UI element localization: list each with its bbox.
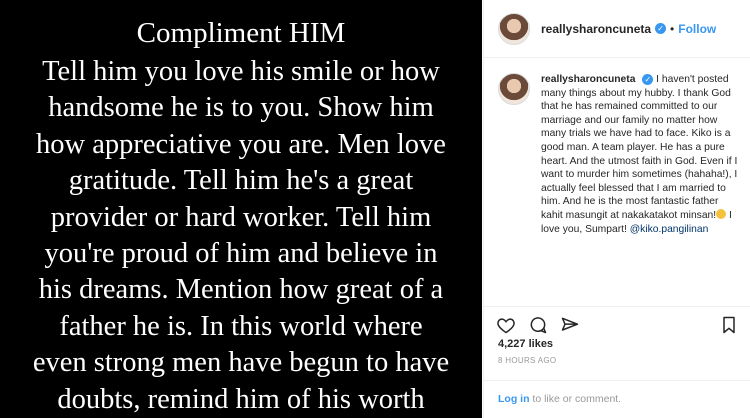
image-body-text: Tell him you love his smile or how hands…: [0, 54, 482, 418]
likes-count[interactable]: 4,227 likes: [498, 338, 553, 350]
header-username[interactable]: reallysharoncuneta: [541, 22, 651, 36]
login-prompt: Log in to like or comment.: [484, 380, 750, 418]
caption-body: I haven't posted many things about my hu…: [541, 74, 738, 221]
image-line: you're proud of him and believe in: [44, 238, 438, 270]
login-prompt-text: to like or comment.: [529, 393, 622, 405]
post-image: Compliment HIM Tell him you love his smi…: [0, 0, 482, 418]
post-header: reallysharoncuneta ✓ • Follow: [484, 0, 750, 58]
share-icon[interactable]: [560, 315, 580, 335]
login-link[interactable]: Log in: [498, 393, 530, 405]
caption-avatar[interactable]: [498, 73, 530, 105]
bookmark-icon[interactable]: [719, 315, 739, 335]
post-sidebar: reallysharoncuneta ✓ • Follow reallyshar…: [483, 0, 750, 418]
heart-icon[interactable]: [496, 315, 516, 335]
image-line: handsome he is to you. Show him: [48, 92, 434, 124]
verified-badge-icon: ✓: [655, 23, 667, 34]
image-line: father he is. In this world where: [59, 310, 423, 342]
caption-username[interactable]: reallysharoncuneta: [541, 74, 635, 85]
image-line: his dreams. Mention how great of a: [38, 274, 444, 306]
comment-icon[interactable]: [528, 315, 548, 335]
avatar[interactable]: [498, 12, 530, 45]
image-heading: Compliment HIM: [136, 17, 346, 49]
image-line: even strong men have begun to have: [32, 347, 450, 379]
caption-text: reallysharoncuneta ✓ I haven't posted ma…: [541, 73, 741, 236]
action-bar: [484, 306, 750, 336]
separator-dot: •: [670, 21, 675, 36]
image-line: provider or hard worker. Tell him: [50, 201, 432, 233]
image-line: Tell him you love his smile or how: [42, 56, 440, 87]
grimacing-face-emoji-icon: [716, 208, 727, 219]
verified-badge-icon: ✓: [642, 73, 654, 85]
post-timestamp: 8 HOURS AGO: [498, 356, 557, 365]
follow-button[interactable]: Follow: [678, 22, 716, 36]
image-line: gratitude. Tell him he's a great: [68, 165, 414, 197]
image-line: doubts, remind him of his worth: [57, 383, 425, 415]
caption: reallysharoncuneta ✓ I haven't posted ma…: [498, 73, 744, 236]
mention-link[interactable]: @kiko.pangilinan: [630, 224, 709, 235]
image-line: how appreciative you are. Men love: [36, 128, 446, 160]
